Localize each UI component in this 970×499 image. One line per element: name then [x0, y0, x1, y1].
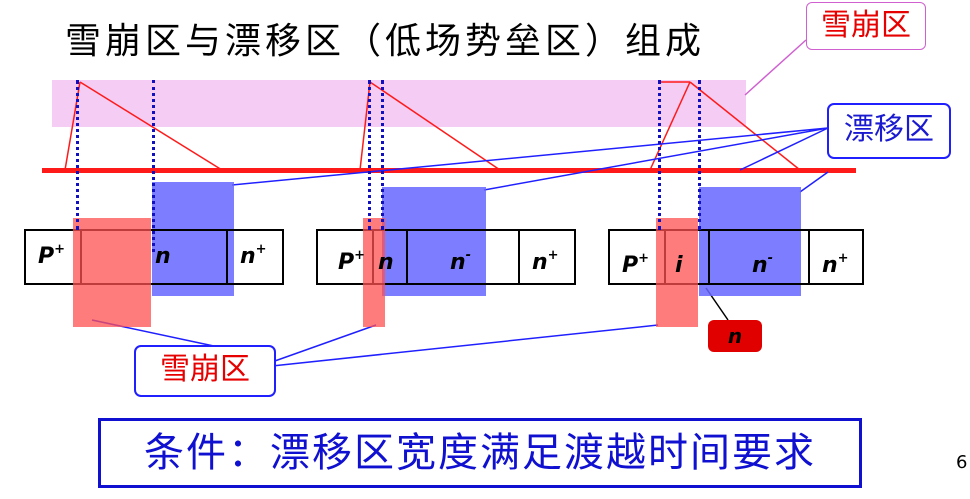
boundary-dash-1a	[76, 80, 79, 230]
device2-n-label: n	[378, 250, 394, 275]
device1-p-label: P+	[38, 242, 66, 269]
boundary-dash-2a	[368, 80, 371, 230]
device3-p-label: P+	[622, 251, 650, 278]
boundary-dash-3b	[698, 80, 701, 230]
device2-nminus-label: n-	[450, 248, 472, 275]
avalanche-region-1	[73, 218, 151, 327]
device3-nplus-label: n+	[822, 251, 849, 278]
device3-i-label: i	[675, 253, 683, 278]
avalanche-callout-top: 雪崩区	[806, 2, 926, 50]
drift-callout: 漂移区	[827, 103, 951, 159]
device2-p-label: P+	[338, 248, 366, 275]
device1-nplus-label: n+	[240, 242, 267, 269]
device2-nplus-label: n+	[532, 248, 559, 275]
device1-n-label: n	[155, 244, 171, 269]
condition-box: 条件：漂移区宽度满足渡越时间要求	[98, 418, 862, 488]
avalanche-callout-bottom: 雪崩区	[134, 345, 276, 397]
boundary-dash-3a	[658, 80, 661, 230]
boundary-dash-1b	[152, 80, 155, 252]
boundary-dash-2b	[381, 80, 384, 230]
page-number: 6	[956, 452, 968, 473]
device3-nminus-label: n-	[752, 251, 774, 278]
n-layer-badge: n	[708, 320, 762, 352]
